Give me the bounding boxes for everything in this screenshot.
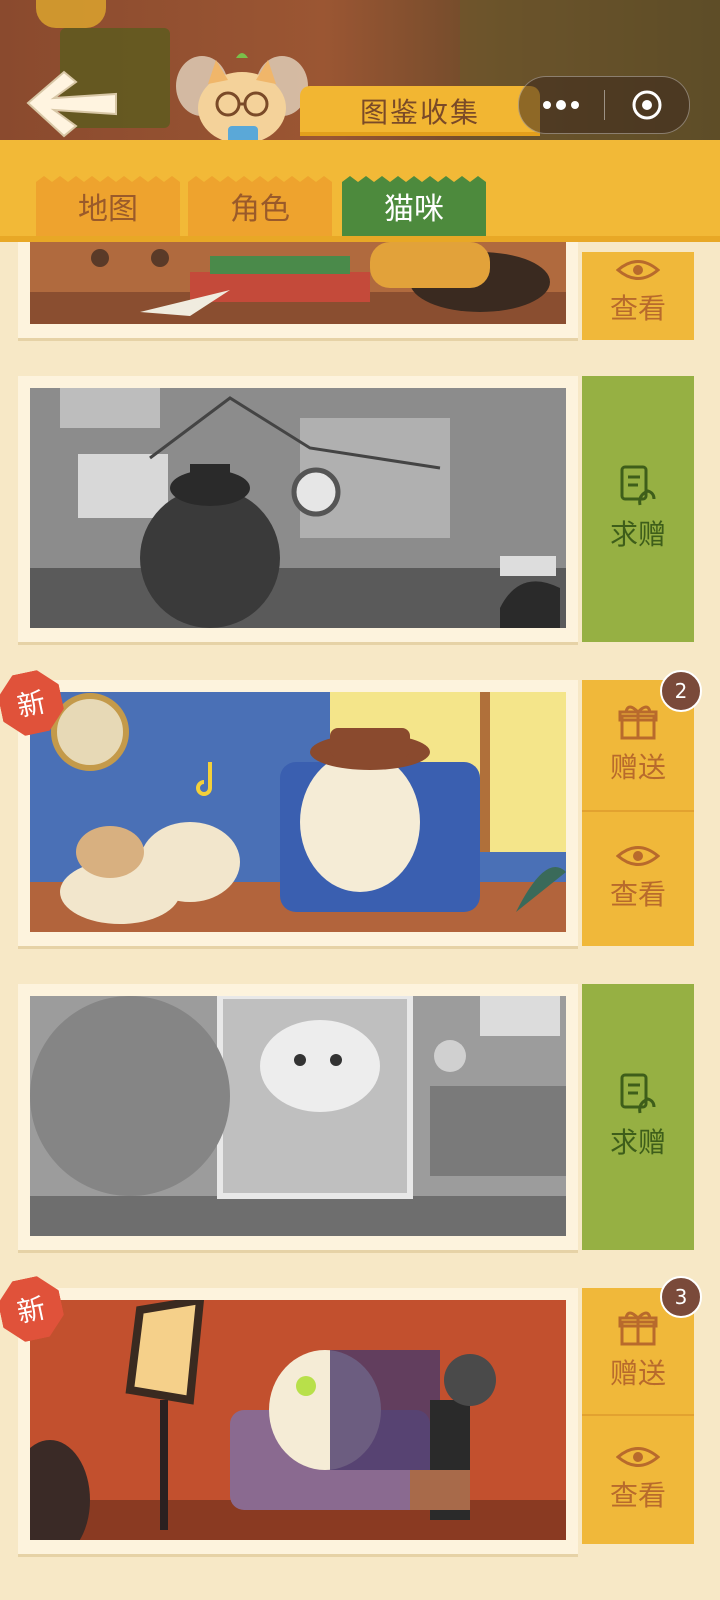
card-3-actions: 赠送 查看	[582, 680, 694, 946]
page-title: 图鉴收集	[300, 86, 540, 136]
target-close-icon	[632, 90, 662, 120]
mascot-cat-icon	[176, 53, 308, 144]
more-button[interactable]	[519, 77, 604, 133]
view-label: 查看	[609, 1479, 666, 1512]
collection-card-5	[18, 1288, 578, 1554]
view-button[interactable]: 查看	[582, 812, 694, 946]
eye-icon	[616, 1447, 660, 1467]
request-gift-label: 求赠	[609, 1126, 666, 1159]
count-badge-text: 2	[674, 679, 688, 703]
count-badge-text: 3	[674, 1285, 688, 1309]
card-3-illustration	[30, 692, 566, 932]
view-label: 查看	[609, 292, 666, 325]
view-button[interactable]: 查看	[582, 1416, 694, 1544]
eye-icon	[616, 260, 660, 280]
tab-map-label: 地图	[78, 192, 138, 227]
card-1-scene	[30, 242, 566, 324]
view-button[interactable]: 查看	[582, 252, 694, 340]
eye-icon	[616, 846, 660, 866]
view-label: 查看	[609, 878, 666, 911]
card-2-illustration	[30, 388, 566, 628]
card-2-actions: 求赠	[582, 376, 694, 642]
collection-card-2	[18, 376, 578, 642]
gift-icon	[618, 705, 658, 740]
gift-label: 赠送	[609, 751, 666, 784]
back-button[interactable]	[22, 68, 122, 138]
card-4-scene	[30, 996, 566, 1236]
count-badge: 3	[660, 1276, 702, 1318]
more-dots-icon	[543, 100, 580, 110]
new-tag-text: 新	[14, 685, 49, 724]
request-gift-button[interactable]: 求赠	[582, 984, 694, 1250]
request-gift-icon	[620, 1073, 656, 1114]
back-arrow-icon	[26, 70, 117, 138]
lamp-decoration	[36, 0, 106, 28]
collection-card-1	[18, 242, 578, 338]
request-gift-button[interactable]: 求赠	[582, 376, 694, 642]
card-1-illustration	[30, 242, 566, 324]
card-1-actions: 查看	[582, 252, 694, 340]
close-button[interactable]	[605, 77, 690, 133]
collection-card-3	[18, 680, 578, 946]
request-gift-label: 求赠	[609, 518, 666, 551]
gift-icon	[618, 1311, 658, 1346]
mini-program-capsule	[518, 76, 690, 134]
card-4-illustration	[30, 996, 566, 1236]
card-4-actions: 求赠	[582, 984, 694, 1250]
card-2-scene	[30, 388, 566, 628]
card-5-actions: 赠送 查看	[582, 1288, 694, 1544]
request-gift-icon	[620, 465, 656, 506]
tab-cat-label: 猫咪	[384, 192, 444, 227]
tab-character[interactable]: 角色	[188, 176, 332, 236]
card-3-scene	[30, 692, 566, 932]
card-5-scene	[30, 1300, 566, 1540]
card-5-illustration	[30, 1300, 566, 1540]
new-tag-text: 新	[14, 1291, 49, 1330]
collection-card-4	[18, 984, 578, 1250]
count-badge: 2	[660, 670, 702, 712]
tab-map[interactable]: 地图	[36, 176, 180, 236]
tab-cat[interactable]: 猫咪	[342, 176, 486, 236]
gift-label: 赠送	[609, 1357, 666, 1390]
tab-character-label: 角色	[230, 192, 290, 227]
